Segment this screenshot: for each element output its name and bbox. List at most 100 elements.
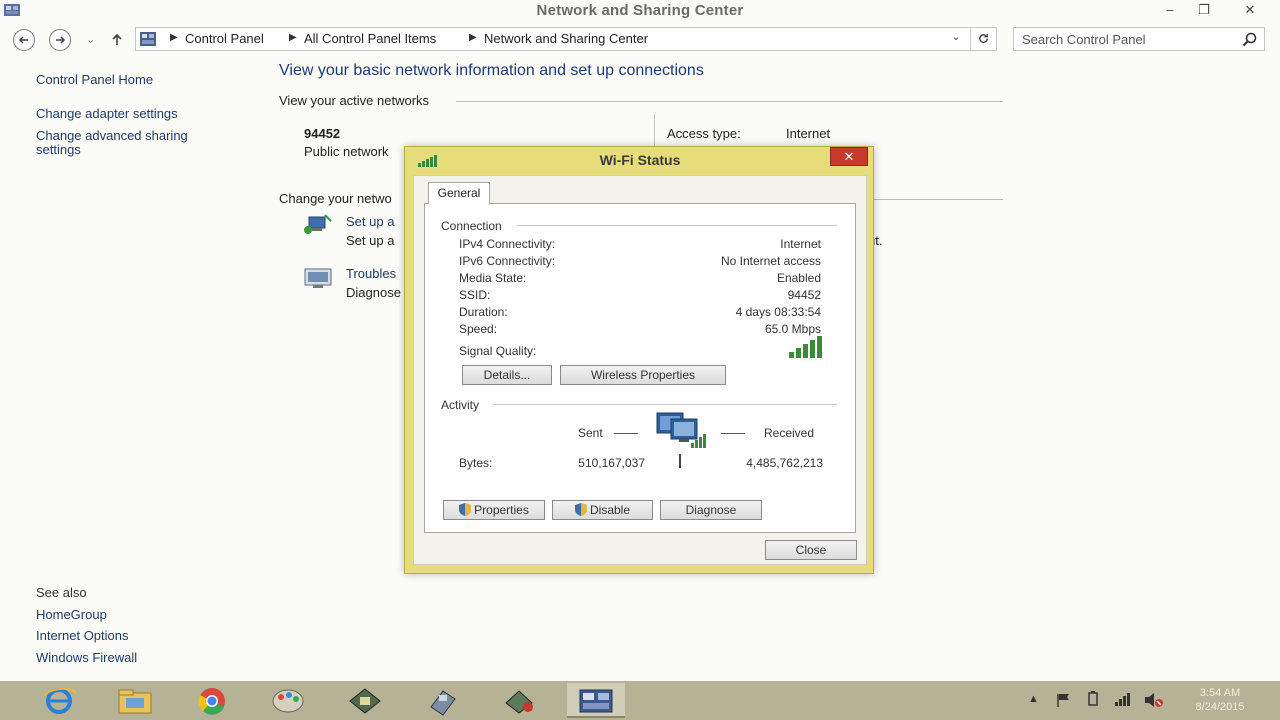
ipv4-label: IPv4 Connectivity: [459,237,556,251]
access-type-label: Access type: [667,126,741,141]
taskbar-app-1[interactable] [336,683,394,718]
flag-icon[interactable] [1056,693,1072,707]
chevron-right-icon: ▶ [289,32,297,43]
active-networks-title: View your active networks [279,93,430,108]
properties-label: Properties [474,503,529,517]
taskbar-paint[interactable] [259,683,317,718]
show-hidden-icons-button[interactable]: ▲ [1028,693,1039,705]
power-icon[interactable] [1086,691,1100,707]
control-panel-home-link[interactable]: Control Panel Home [36,72,153,87]
bytes-divider [679,454,681,468]
ssid-value: 94452 [787,288,821,302]
setup-connection-link[interactable]: Set up a [346,214,394,229]
properties-button[interactable]: Properties [443,500,545,520]
shield-icon [574,503,587,516]
system-clock[interactable]: 3:54 AM 8/24/2015 [1180,686,1260,714]
section-divider [874,199,1003,200]
bytes-received-value: 4,485,762,213 [746,456,823,470]
refresh-icon [979,33,988,43]
troubleshoot-link[interactable]: Troubles [346,266,396,281]
change-advanced-sharing-link-line2[interactable]: settings [36,142,81,157]
window-title: Network and Sharing Center [536,2,744,19]
diagnose-button[interactable]: Diagnose [660,500,762,520]
dialog-title: Wi-Fi Status [599,152,681,168]
forward-button[interactable] [49,29,71,51]
dialog-close-action-button[interactable]: Close [765,540,857,560]
tab-general[interactable]: General [428,182,490,204]
taskbar: ▲ 3:54 AM 8/24/2015 [0,681,1280,720]
search-box[interactable] [1013,27,1265,51]
ipv6-value: No Internet access [720,254,821,268]
wifi-icon[interactable] [1114,692,1134,706]
bytes-sent-value: 510,167,037 [578,456,645,470]
change-adapter-settings-link[interactable]: Change adapter settings [36,106,178,121]
disable-button[interactable]: Disable [552,500,653,520]
breadcrumb-network-center[interactable]: Network and Sharing Center [484,31,648,46]
network-computer-icon [656,412,706,448]
details-button[interactable]: Details... [462,365,552,385]
internet-explorer-icon [43,687,77,714]
media-state-value: Enabled [776,271,821,285]
arrow-up-icon [112,33,122,45]
up-button[interactable] [110,29,124,53]
ssid-label: SSID: [459,288,491,302]
media-state-label: Media State: [459,271,527,285]
arrow-right-icon [56,36,66,44]
refresh-button[interactable] [970,28,996,50]
breadcrumb-all-items[interactable]: All Control Panel Items [304,31,436,46]
vertical-divider [654,114,655,150]
setup-connection-desc: Set up a [346,233,395,248]
maximize-button[interactable]: ❐ [1186,0,1222,20]
taskbar-chrome[interactable] [183,683,241,718]
change-advanced-sharing-link[interactable]: Change advanced sharing [36,128,188,143]
homegroup-link[interactable]: HomeGroup [36,607,107,622]
address-bar[interactable]: ▶ Control Panel ▶ All Control Panel Item… [135,27,997,51]
signal-bar [789,352,794,358]
section-divider [456,101,1003,102]
file-explorer-icon [118,689,152,714]
network-name: 94452 [304,126,341,141]
signal-bar [803,344,808,358]
taskbar-app-3[interactable] [490,683,548,718]
signal-bar [810,340,815,358]
access-type-value: Internet [786,126,831,141]
shield-icon [459,503,472,516]
search-icon[interactable] [1242,32,1258,48]
speed-value: 65.0 Mbps [764,322,821,336]
ipv6-label: IPv6 Connectivity: [459,254,556,268]
minimize-button[interactable]: – [1152,0,1188,20]
taskbar-internet-explorer[interactable] [30,683,88,718]
clock-date: 8/24/2015 [1195,701,1245,713]
app-icon-3 [505,690,533,714]
signal-bar [817,336,822,358]
back-button[interactable] [13,29,35,51]
dialog-close-button[interactable]: ✕ [830,147,868,166]
title-bar: Network and Sharing Center – ❐ ✕ [0,0,1280,22]
control-panel-icon [140,32,156,46]
taskbar-control-panel[interactable] [567,683,625,718]
search-input[interactable] [1022,31,1237,47]
activity-group-title: Activity [441,398,480,412]
app-icon-1 [349,688,381,714]
chevron-down-icon[interactable]: ⌄ [946,30,966,43]
app-icon-2 [430,690,456,716]
network-type[interactable]: Public network [304,144,389,159]
see-also-label: See also [36,585,87,600]
internet-options-link[interactable]: Internet Options [36,628,129,643]
breadcrumb-control-panel[interactable]: Control Panel [185,31,264,46]
recent-locations-dropdown[interactable]: ⌄ [86,29,95,51]
close-window-button[interactable]: ✕ [1232,0,1268,20]
ipv4-value: Internet [780,237,821,251]
troubleshoot-desc: Diagnose [346,285,401,300]
windows-firewall-link[interactable]: Windows Firewall [36,650,137,665]
group-divider [517,225,837,226]
clock-time: 3:54 AM [1199,687,1241,699]
sent-dash [614,433,638,434]
signal-quality-label: Signal Quality: [459,344,537,358]
volume-muted-icon[interactable] [1144,692,1164,708]
taskbar-app-2[interactable] [413,683,471,718]
arrow-left-icon [18,36,28,44]
taskbar-file-explorer[interactable] [106,683,164,718]
chevron-right-icon: ▶ [170,32,178,43]
wireless-properties-button[interactable]: Wireless Properties [560,365,726,385]
